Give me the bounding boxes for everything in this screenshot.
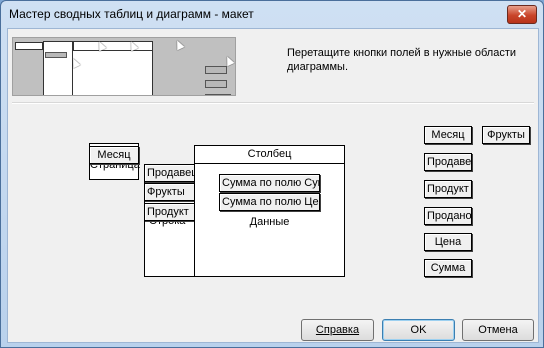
data-field-sum-amount[interactable]: Сумма по полю Сумма <box>219 174 320 192</box>
field-button-month[interactable]: Месяц <box>424 126 472 144</box>
cursor-icon <box>173 38 185 51</box>
data-area-label: Данные <box>249 216 290 228</box>
window-title: Мастер сводных таблиц и диаграмм - макет <box>9 7 254 21</box>
dialog-body: Перетащите кнопки полей в нужные области… <box>7 28 539 343</box>
title-bar: Мастер сводных таблиц и диаграмм - макет… <box>1 1 543 27</box>
field-button-sum[interactable]: Сумма <box>424 259 472 277</box>
help-button[interactable]: Справка <box>301 319 374 341</box>
column-area-label: Столбец <box>247 148 292 160</box>
separator <box>12 102 534 104</box>
help-button-label: Справка <box>315 324 360 336</box>
row-field-product[interactable]: Продукт <box>144 203 195 221</box>
ok-button[interactable]: OK <box>382 319 455 341</box>
cancel-button[interactable]: Отмена <box>462 319 534 341</box>
field-button-fruits[interactable]: Фрукты <box>482 126 530 144</box>
preview-field-button <box>205 94 231 95</box>
preview-field-button <box>205 66 227 74</box>
cursor-icon <box>223 54 235 67</box>
row-field-seller[interactable]: Продавец <box>144 164 195 182</box>
preview-column-box <box>73 41 153 51</box>
field-button-product[interactable]: Продукт <box>424 180 472 198</box>
layout-preview-image <box>12 37 236 96</box>
column-area[interactable]: Столбец <box>194 145 345 164</box>
preview-page-box <box>15 42 43 50</box>
data-field-sum-price[interactable]: Сумма по полю Цена <box>219 193 320 211</box>
preview-field-button <box>205 80 227 88</box>
field-button-seller[interactable]: Продавец <box>424 153 472 171</box>
preview-row-box <box>43 41 73 95</box>
pivot-layout-dialog: Мастер сводных таблиц и диаграмм - макет… <box>0 0 544 348</box>
preview-field-button <box>45 52 67 58</box>
close-button[interactable]: ✕ <box>507 5 537 24</box>
instruction-text: Перетащите кнопки полей в нужные области… <box>287 47 517 73</box>
field-button-sold[interactable]: Продано, <box>424 207 472 225</box>
page-field-month[interactable]: Месяц <box>89 146 139 164</box>
close-icon: ✕ <box>516 7 528 21</box>
row-field-fruits[interactable]: Фрукты <box>144 183 195 201</box>
field-button-price[interactable]: Цена <box>424 233 472 251</box>
